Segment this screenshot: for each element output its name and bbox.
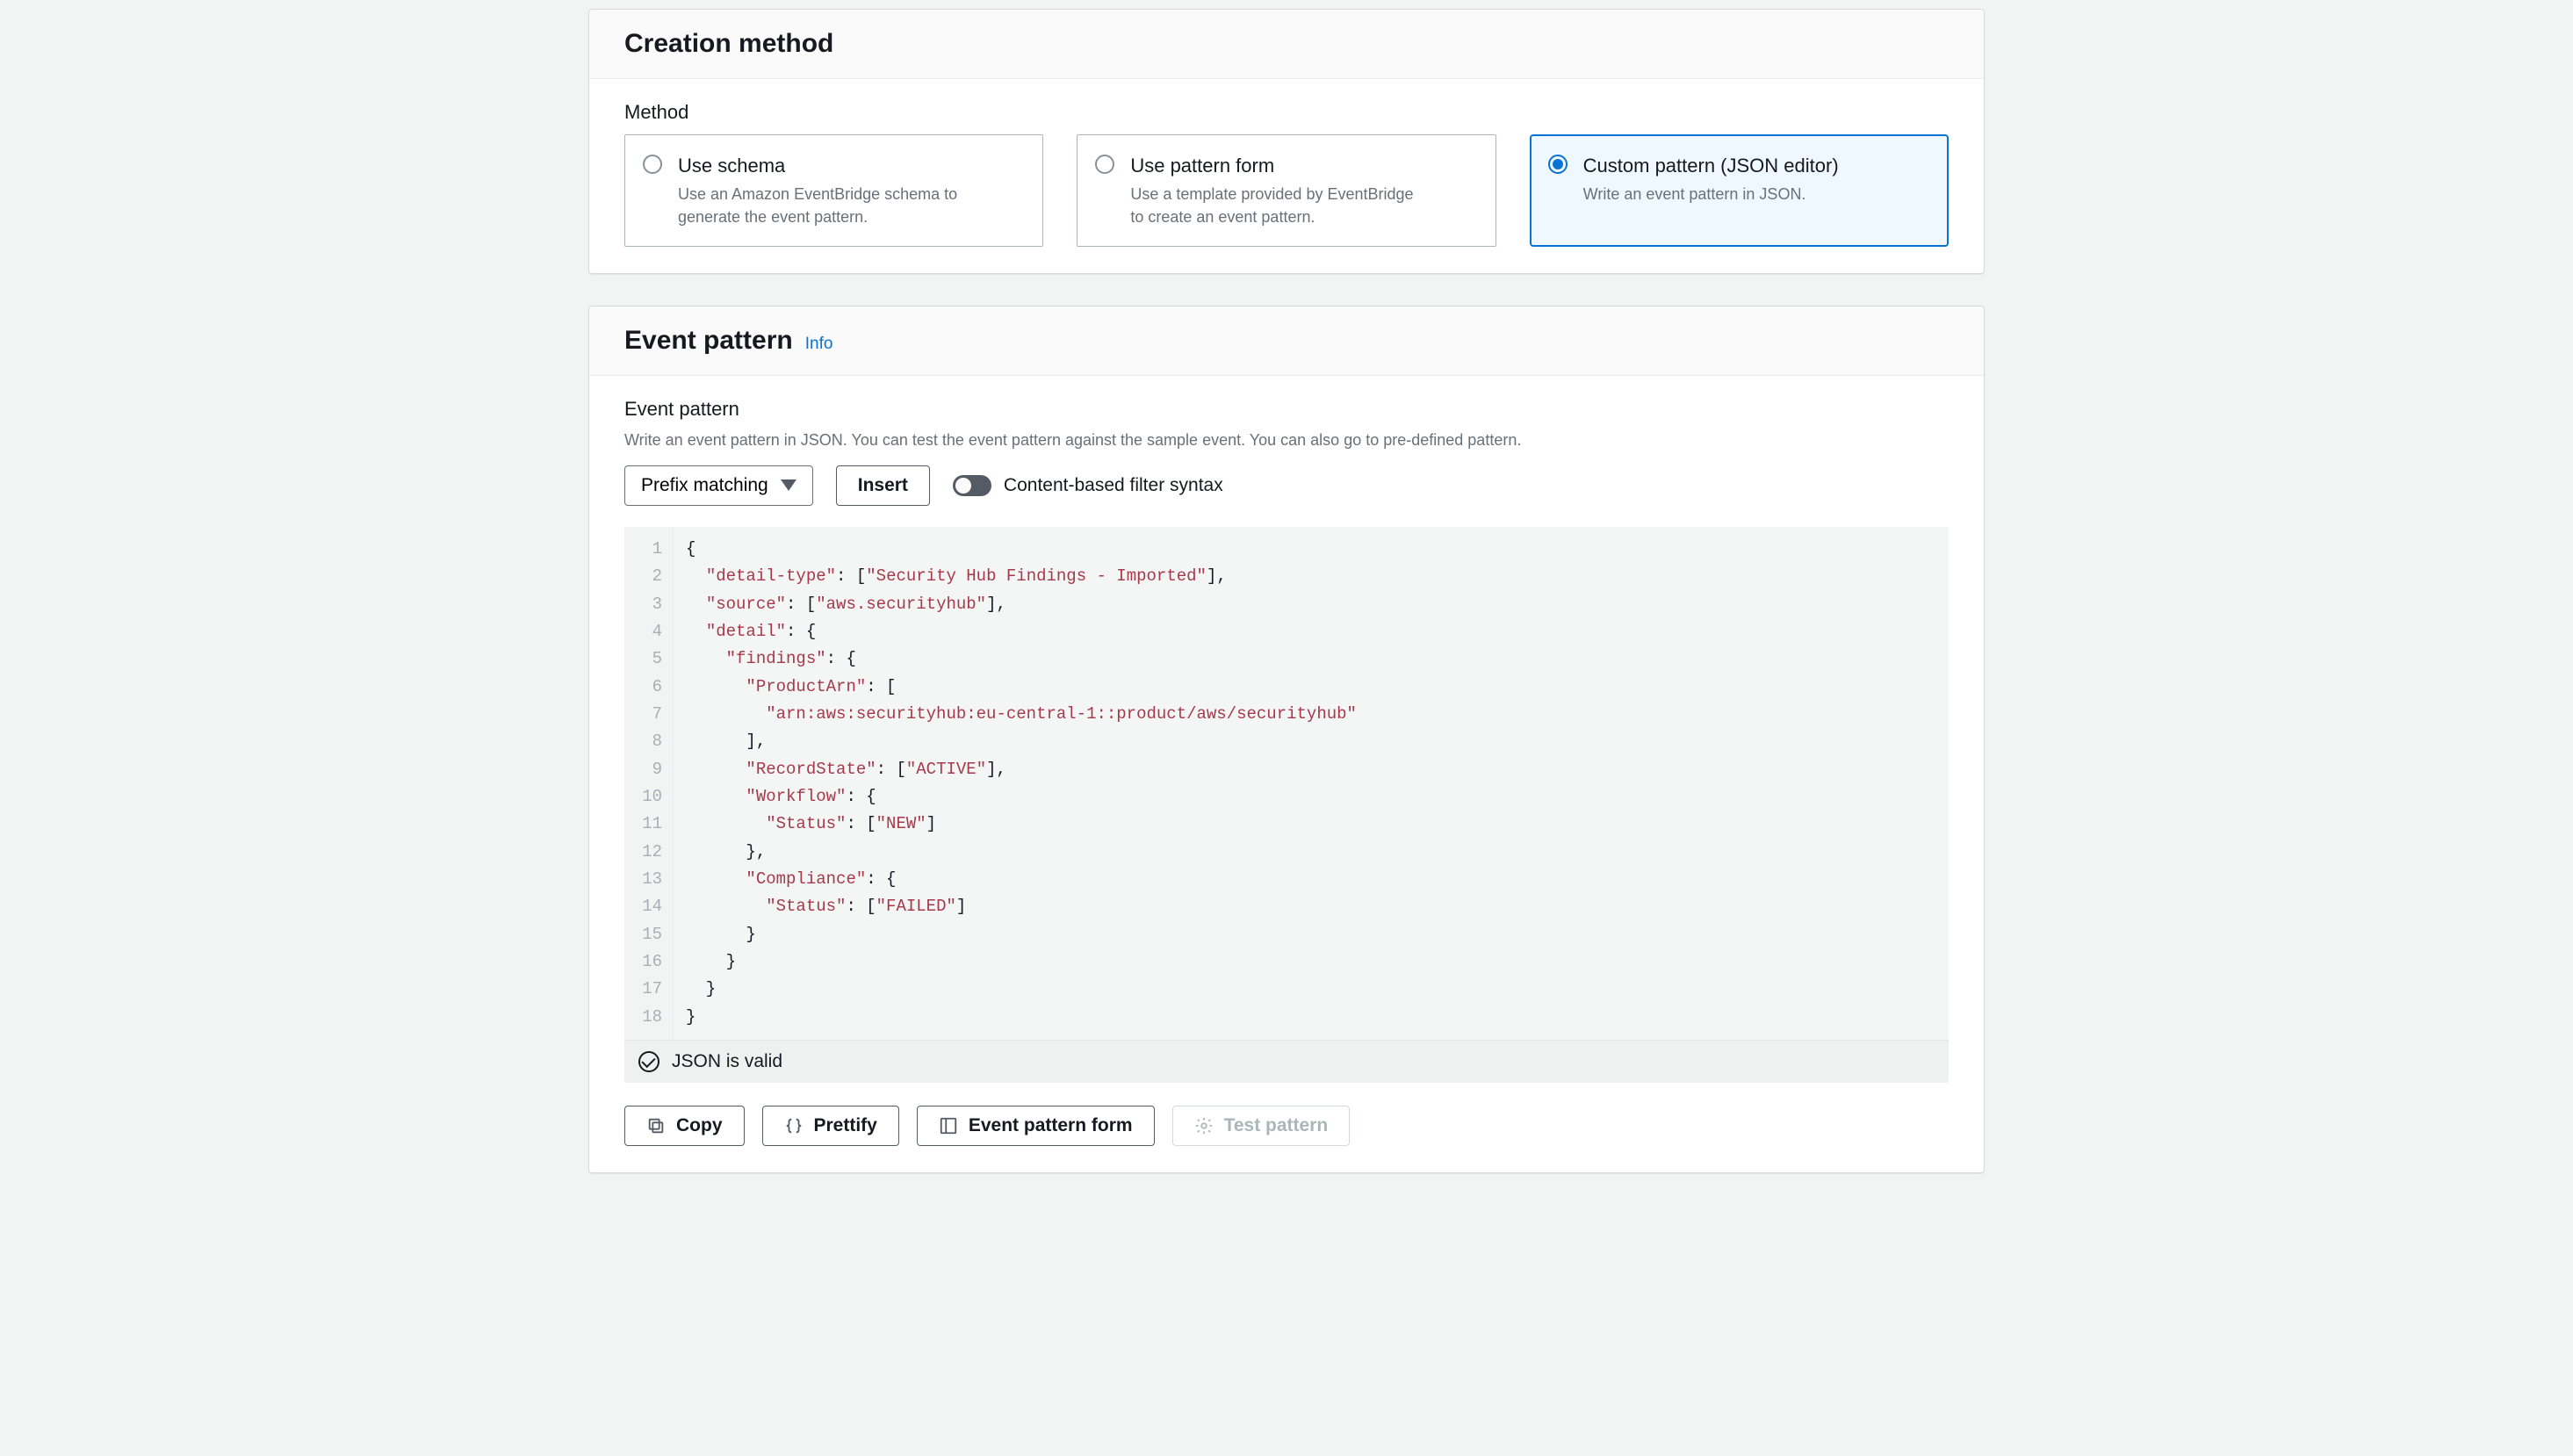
method-option-use-schema[interactable]: Use schema Use an Amazon EventBridge sch… xyxy=(624,134,1043,247)
toggle-icon xyxy=(953,475,991,496)
event-pattern-panel: Event pattern Info Event pattern Write a… xyxy=(588,306,1985,1173)
select-value: Prefix matching xyxy=(641,475,768,496)
radio-icon xyxy=(1095,155,1114,174)
event-pattern-desc: Write an event pattern in JSON. You can … xyxy=(624,431,1949,450)
prefix-matching-select[interactable]: Prefix matching xyxy=(624,465,813,506)
copy-button[interactable]: Copy xyxy=(624,1106,745,1146)
braces-icon xyxy=(784,1116,804,1135)
event-pattern-header: Event pattern Info xyxy=(589,306,1984,376)
method-options: Use schema Use an Amazon EventBridge sch… xyxy=(624,134,1949,247)
prettify-button-label: Prettify xyxy=(814,1115,877,1136)
insert-button[interactable]: Insert xyxy=(836,465,930,506)
content-filter-toggle[interactable]: Content-based filter syntax xyxy=(953,475,1223,496)
test-pattern-button[interactable]: Test pattern xyxy=(1172,1106,1351,1146)
prettify-button[interactable]: Prettify xyxy=(762,1106,899,1146)
json-status-row: JSON is valid xyxy=(624,1040,1949,1083)
copy-icon xyxy=(646,1116,666,1135)
toggle-label: Content-based filter syntax xyxy=(1004,475,1223,496)
creation-method-header: Creation method xyxy=(589,10,1984,79)
test-pattern-button-label: Test pattern xyxy=(1224,1115,1329,1136)
radio-icon xyxy=(643,155,662,174)
method-option-title: Use pattern form xyxy=(1130,153,1429,179)
method-label: Method xyxy=(624,101,1949,124)
method-option-desc: Write an event pattern in JSON. xyxy=(1583,183,1839,205)
method-option-custom-pattern[interactable]: Custom pattern (JSON editor) Write an ev… xyxy=(1530,134,1949,247)
code-area[interactable]: { "detail-type": ["Security Hub Findings… xyxy=(674,527,1949,1040)
method-option-use-pattern-form[interactable]: Use pattern form Use a template provided… xyxy=(1077,134,1496,247)
method-option-desc: Use a template provided by EventBridge t… xyxy=(1130,183,1429,228)
radio-icon xyxy=(1548,155,1568,174)
method-option-desc: Use an Amazon EventBridge schema to gene… xyxy=(678,183,977,228)
insert-button-label: Insert xyxy=(858,475,908,496)
method-option-title: Custom pattern (JSON editor) xyxy=(1583,153,1839,179)
event-pattern-label: Event pattern xyxy=(624,398,1949,421)
gear-icon xyxy=(1194,1116,1214,1135)
event-pattern-form-button-label: Event pattern form xyxy=(969,1115,1133,1136)
layout-icon xyxy=(939,1116,958,1135)
check-circle-icon xyxy=(638,1051,659,1072)
event-pattern-title: Event pattern xyxy=(624,326,793,356)
creation-method-panel: Creation method Method Use schema Use an… xyxy=(588,9,1985,274)
creation-method-title: Creation method xyxy=(624,29,833,59)
json-status-text: JSON is valid xyxy=(672,1051,782,1072)
chevron-down-icon xyxy=(781,479,796,491)
copy-button-label: Copy xyxy=(676,1115,723,1136)
json-editor[interactable]: 123456789101112131415161718 { "detail-ty… xyxy=(624,527,1949,1083)
method-option-title: Use schema xyxy=(678,153,977,179)
event-pattern-form-button[interactable]: Event pattern form xyxy=(917,1106,1155,1146)
info-link[interactable]: Info xyxy=(805,335,833,354)
line-number-gutter: 123456789101112131415161718 xyxy=(624,527,674,1040)
